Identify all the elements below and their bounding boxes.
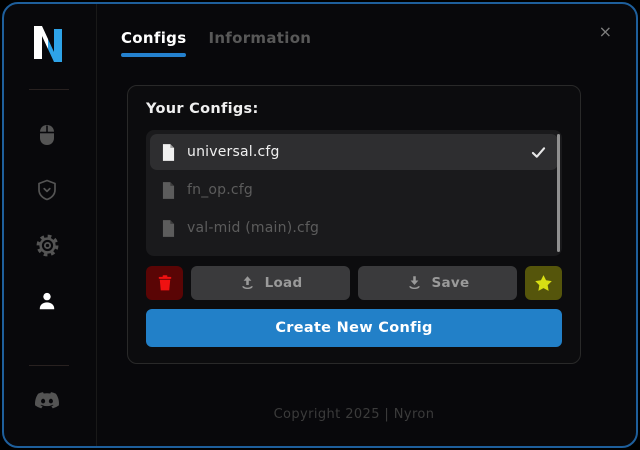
config-name: universal.cfg (187, 144, 280, 160)
save-label: Save (431, 275, 470, 291)
app-window: Configs Information × Your Configs: univ… (2, 2, 638, 448)
discord-icon[interactable] (34, 388, 60, 414)
upload-icon (239, 275, 256, 292)
config-row-val-mid[interactable]: val-mid (main).cfg (150, 210, 558, 246)
download-icon (406, 275, 423, 292)
panel-title: Your Configs: (146, 101, 259, 117)
load-label: Load (264, 275, 303, 291)
delete-config-button[interactable] (146, 266, 183, 300)
create-new-config-button[interactable]: Create New Config (146, 309, 562, 347)
config-actions: Load Save (146, 266, 562, 300)
configs-panel: Your Configs: universal.cfg fn_op.cfg va… (127, 85, 581, 364)
list-scrollbar[interactable] (557, 134, 560, 252)
copyright-text: Copyright 2025 | Nyron (273, 407, 435, 422)
file-icon (162, 219, 175, 237)
sidebar-divider (29, 365, 69, 366)
config-name: fn_op.cfg (187, 182, 254, 198)
config-list: universal.cfg fn_op.cfg val-mid (main).c… (146, 130, 562, 256)
load-config-button[interactable]: Load (191, 266, 350, 300)
check-icon (531, 146, 546, 159)
save-config-button[interactable]: Save (358, 266, 517, 300)
close-icon[interactable]: × (599, 24, 612, 40)
nyron-logo-icon (32, 26, 64, 66)
tab-bar: Configs Information (121, 29, 311, 57)
file-icon (162, 181, 175, 199)
user-icon[interactable] (34, 288, 60, 314)
config-row-fn-op[interactable]: fn_op.cfg (150, 172, 558, 208)
mouse-icon[interactable] (34, 122, 60, 148)
sidebar-divider (29, 89, 69, 90)
shield-check-icon[interactable] (34, 177, 60, 203)
gear-icon[interactable] (34, 232, 60, 258)
favorite-config-button[interactable] (525, 266, 562, 300)
config-name: val-mid (main).cfg (187, 220, 320, 236)
tab-configs[interactable]: Configs (121, 29, 186, 57)
sidebar (4, 4, 97, 446)
tab-information[interactable]: Information (208, 29, 311, 57)
file-icon (162, 143, 175, 161)
star-icon (534, 274, 553, 293)
trash-icon (156, 274, 174, 292)
config-row-universal[interactable]: universal.cfg (150, 134, 558, 170)
